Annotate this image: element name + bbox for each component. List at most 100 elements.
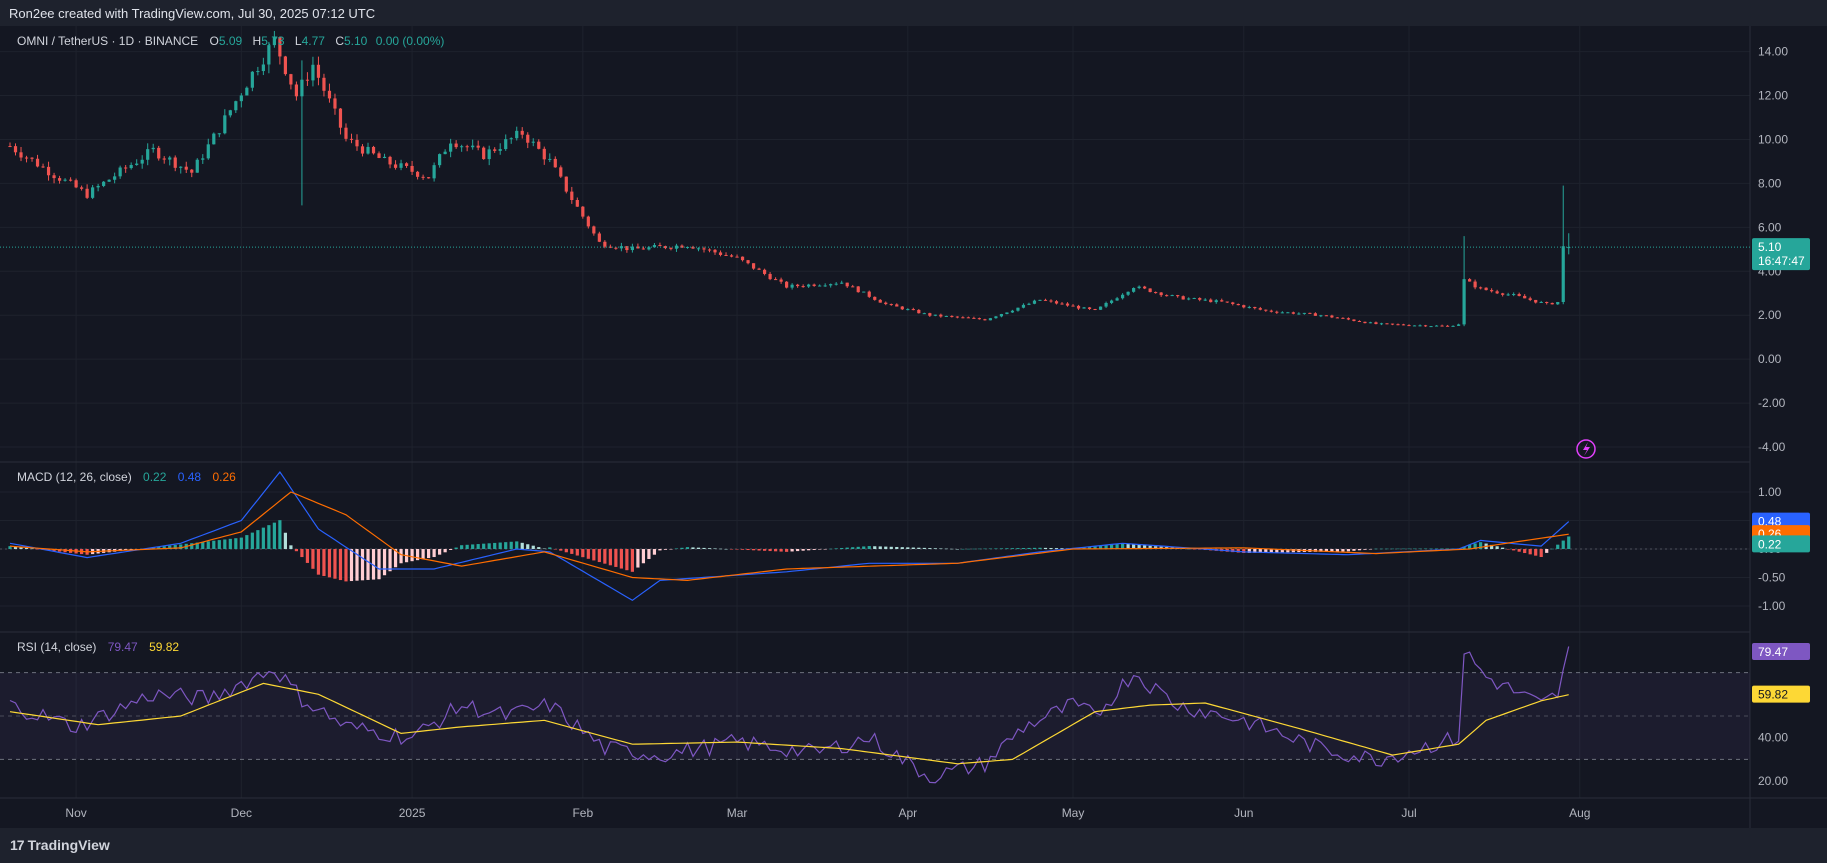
macd-hist-bar [1016, 548, 1020, 549]
macd-legend[interactable]: MACD (12, 26, close) 0.22 0.48 0.26 [17, 470, 236, 484]
candle-body [190, 169, 194, 173]
macd-hist-bar [807, 549, 811, 551]
candle-body [1170, 295, 1174, 297]
candle-body [173, 157, 177, 168]
candle-body [906, 309, 910, 311]
symbol-legend[interactable]: OMNI / TetherUS · 1D · BINANCE O5.09 H5.… [17, 34, 444, 48]
candle-body [151, 147, 155, 150]
macd-hist-bar [1412, 548, 1417, 550]
candle-body [1054, 301, 1059, 304]
candle-body [366, 146, 370, 154]
macd-hist-bar [1021, 548, 1026, 549]
candle-body [212, 133, 216, 145]
chart-area[interactable]: 14.0012.0010.008.006.004.002.000.00-2.00… [0, 26, 1827, 828]
candle-body [1198, 298, 1202, 300]
time-tick-label: May [1062, 806, 1085, 820]
candle-body [504, 139, 508, 150]
candle-body [228, 110, 232, 116]
candle-body [1165, 295, 1169, 297]
macd-hist-bar [212, 540, 216, 549]
change-value: 0.00 (0.00%) [376, 34, 445, 48]
tradingview-logo[interactable]: 17 TradingView [10, 837, 110, 853]
candle-body [460, 146, 464, 148]
candle-body [1368, 322, 1373, 324]
candle-body [889, 304, 893, 306]
candle-body [393, 164, 398, 168]
candle-body [1082, 307, 1086, 309]
macd-hist-bar [245, 535, 249, 549]
candle-body [1385, 323, 1389, 325]
candle-body [1275, 311, 1279, 313]
macd-hist-bar [206, 541, 210, 549]
macd-hist-bar [217, 540, 221, 549]
macd-hist-bar [504, 542, 508, 549]
candle-body [1253, 306, 1257, 309]
candle-body [729, 255, 734, 257]
macd-hist-bar [471, 544, 475, 549]
candle-body [68, 179, 73, 181]
candle-body [1357, 320, 1362, 322]
candle-body [338, 108, 343, 128]
candle-body [1468, 279, 1472, 282]
candle-body [1429, 326, 1433, 328]
candle-body [427, 177, 431, 179]
candle-body [24, 157, 29, 159]
macd-hist-bar [1005, 548, 1009, 549]
candle-body [801, 286, 805, 288]
macd-hist-bar [575, 549, 579, 556]
rsi-legend[interactable]: RSI (14, close) 79.47 59.82 [17, 640, 179, 654]
rsi-badge: 79.47 [1752, 643, 1810, 661]
candle-body [223, 115, 227, 134]
candle-body [1269, 310, 1273, 312]
macd-hist-bar [983, 548, 987, 550]
price-tick-label: 14.00 [1758, 45, 1788, 59]
candle-body [294, 84, 299, 97]
candle-body [1187, 298, 1191, 300]
symbol-name: OMNI / TetherUS · 1D · BINANCE [17, 34, 198, 48]
macd-hist-bar [1374, 548, 1378, 550]
candle-body [1121, 294, 1125, 299]
macd-hist-bar [906, 547, 910, 549]
macd-hist-bar [614, 549, 618, 567]
macd-hist-bar [1440, 548, 1444, 550]
macd-hist-bar [482, 543, 486, 549]
macd-hist-bar [1038, 547, 1042, 549]
candle-body [641, 248, 646, 250]
macd-hist-bar [432, 549, 436, 558]
candle-body [972, 317, 976, 319]
candle-body [1214, 300, 1218, 303]
candle-body [1462, 279, 1466, 325]
macd-hist-bar [1407, 548, 1411, 550]
candle-body [1363, 321, 1367, 324]
candle-body [8, 146, 12, 148]
time-tick-label: Dec [231, 806, 252, 820]
candle-body [1434, 325, 1439, 327]
macd-hist-bar [349, 549, 354, 582]
candle-body [344, 127, 348, 139]
candle-body [829, 284, 833, 286]
candle-body [994, 316, 998, 319]
macd-tick-label: 1.00 [1758, 485, 1782, 499]
macd-hist-bar [1528, 549, 1532, 555]
candle-body [1060, 303, 1064, 305]
macd-hist-bar [1385, 548, 1389, 550]
macd-hist-bar [1434, 548, 1439, 550]
candle-body [283, 56, 287, 75]
macd-hist-bar [988, 548, 993, 550]
candle-body [1484, 287, 1488, 291]
open-value: 5.09 [219, 34, 243, 48]
candle-body [851, 286, 855, 288]
macd-hist-bar [443, 549, 447, 553]
macd-hist-bar [228, 538, 232, 549]
candle-body [107, 179, 111, 182]
macd-hist-bar [608, 549, 612, 566]
candle-body [1005, 312, 1009, 315]
macd-hist-bar [889, 546, 893, 549]
candle-body [1324, 315, 1328, 317]
macd-hist-bar [740, 549, 745, 550]
candle-body [465, 146, 469, 148]
macd-hist-bar [498, 542, 502, 549]
macd-hist-bar [327, 549, 332, 578]
candle-body [57, 178, 62, 181]
candle-body [261, 64, 265, 72]
